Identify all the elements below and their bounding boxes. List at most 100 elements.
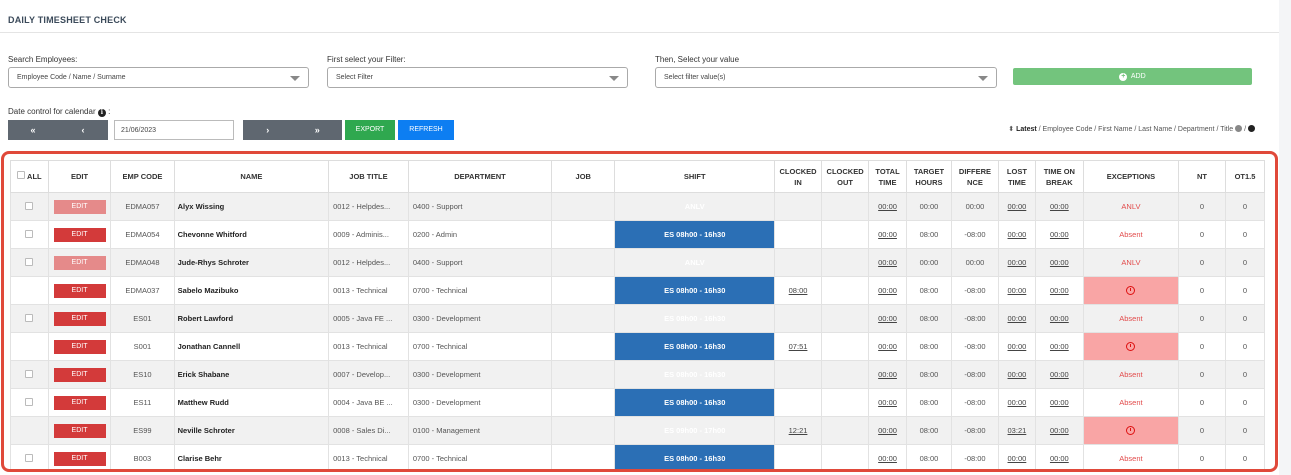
sort-asc-icon[interactable] bbox=[1235, 125, 1243, 132]
time-on-break-cell-link[interactable]: 00:00 bbox=[1050, 258, 1069, 267]
header-target-hours[interactable]: TARGET HOURS bbox=[905, 160, 952, 193]
shift-cell[interactable]: ES 08h00 - 16h30 bbox=[614, 220, 776, 249]
exceptions-cell[interactable]: ANLV bbox=[1082, 192, 1179, 221]
exceptions-cell[interactable]: Absent bbox=[1082, 444, 1179, 470]
time-on-break-cell-link[interactable]: 00:00 bbox=[1050, 286, 1069, 295]
row-checkbox[interactable] bbox=[25, 453, 34, 462]
edit-button[interactable]: EDIT bbox=[53, 255, 106, 270]
edit-button[interactable]: EDIT bbox=[53, 367, 106, 382]
shift-cell[interactable]: ES 08h00 - 16h30 bbox=[614, 332, 776, 361]
shift-cell[interactable]: ANLV bbox=[614, 192, 776, 221]
header-emp-code[interactable]: EMP CODE bbox=[110, 160, 175, 193]
exceptions-cell[interactable]: ANLV bbox=[1082, 248, 1179, 277]
header-name[interactable]: NAME bbox=[173, 160, 330, 193]
edit-button[interactable]: EDIT bbox=[53, 395, 106, 410]
edit-button[interactable]: EDIT bbox=[53, 227, 106, 242]
time-on-break-cell-link[interactable]: 00:00 bbox=[1050, 398, 1069, 407]
exceptions-cell[interactable]: Absent bbox=[1082, 388, 1179, 417]
edit-button[interactable]: EDIT bbox=[53, 199, 106, 214]
time-on-break-cell-link[interactable]: 00:00 bbox=[1050, 454, 1069, 463]
lost-time-cell-link[interactable]: 00:00 bbox=[1008, 202, 1027, 211]
table-row[interactable]: EDIT EDMA054 Chevonne Whitford 0009 - Admin… bbox=[10, 220, 1265, 249]
time-on-break-cell-link[interactable]: 00:00 bbox=[1050, 342, 1069, 351]
filter-value-select[interactable]: Select filter value(s) bbox=[655, 67, 997, 88]
header-time-on-break[interactable]: TIME ON BREAK bbox=[1034, 160, 1084, 193]
time-on-break-cell-link[interactable]: 00:00 bbox=[1050, 230, 1069, 239]
exceptions-cell[interactable] bbox=[1082, 332, 1179, 361]
table-row[interactable]: EDIT EDMA037 Sabelo Mazibuko 0013 - Technic… bbox=[10, 276, 1265, 305]
header-difference[interactable]: DIFFERE NCE bbox=[950, 160, 1000, 193]
clock-alert-icon[interactable] bbox=[1126, 286, 1136, 296]
date-input[interactable]: 21/06/2023 bbox=[114, 120, 234, 140]
exceptions-cell[interactable] bbox=[1082, 276, 1179, 305]
table-row[interactable]: EDIT EDMA057 Alyx Wissing 0012 - Helpdes...… bbox=[10, 192, 1265, 221]
total-time-cell-link[interactable]: 00:00 bbox=[878, 258, 897, 267]
edit-button[interactable]: EDIT bbox=[53, 283, 106, 298]
shift-cell[interactable]: ES 08h00 - 16h30 bbox=[614, 388, 776, 417]
header-clocked-out[interactable]: CLOCKED OUT bbox=[821, 160, 870, 193]
total-time-cell-link[interactable]: 00:00 bbox=[878, 286, 897, 295]
total-time-cell-link[interactable]: 00:00 bbox=[878, 342, 897, 351]
header-ot[interactable]: OT1.5 bbox=[1225, 160, 1265, 193]
edit-button[interactable]: EDIT bbox=[53, 339, 106, 354]
header-job-title[interactable]: JOB TITLE bbox=[328, 160, 409, 193]
clocked-in-cell-link[interactable]: 07:51 bbox=[789, 342, 808, 351]
row-checkbox[interactable] bbox=[25, 369, 34, 378]
total-time-cell-link[interactable]: 00:00 bbox=[878, 398, 897, 407]
total-time-cell-link[interactable]: 00:00 bbox=[878, 454, 897, 463]
export-button[interactable]: EXPORT bbox=[345, 120, 395, 140]
clock-alert-icon[interactable] bbox=[1126, 426, 1136, 436]
filter-select[interactable]: Select Filter bbox=[327, 67, 628, 88]
time-on-break-cell-link[interactable]: 00:00 bbox=[1050, 426, 1069, 435]
edit-button[interactable]: EDIT bbox=[53, 311, 106, 326]
last-date-button[interactable]: » bbox=[293, 120, 343, 140]
clock-alert-icon[interactable] bbox=[1126, 342, 1136, 352]
header-nt[interactable]: NT bbox=[1177, 160, 1227, 193]
table-row[interactable]: EDIT S001 Jonathan Cannell 0013 - Technical… bbox=[10, 332, 1265, 361]
total-time-cell-link[interactable]: 00:00 bbox=[878, 370, 897, 379]
total-time-cell-link[interactable]: 00:00 bbox=[878, 202, 897, 211]
header-job[interactable]: JOB bbox=[551, 160, 616, 193]
shift-cell[interactable]: ES 08h00 - 16h30 bbox=[614, 304, 776, 333]
time-on-break-cell-link[interactable]: 00:00 bbox=[1050, 202, 1069, 211]
total-time-cell-link[interactable]: 00:00 bbox=[878, 426, 897, 435]
exceptions-cell[interactable] bbox=[1082, 416, 1179, 445]
row-checkbox[interactable] bbox=[25, 397, 34, 406]
table-row[interactable]: EDIT ES01 Robert Lawford 0005 - Java FE ...… bbox=[10, 304, 1265, 333]
sort-latest[interactable]: Latest bbox=[1016, 126, 1037, 133]
lost-time-cell-link[interactable]: 03:21 bbox=[1008, 426, 1027, 435]
header-department[interactable]: DEPARTMENT bbox=[407, 160, 553, 193]
exceptions-cell[interactable]: Absent bbox=[1082, 220, 1179, 249]
header-lost-time[interactable]: LOST TIME bbox=[998, 160, 1036, 193]
header-total-time[interactable]: TOTAL TIME bbox=[868, 160, 907, 193]
shift-cell[interactable]: ES 09h00 - 17h00 bbox=[614, 416, 776, 445]
clocked-in-cell-link[interactable]: 12:21 bbox=[789, 426, 808, 435]
total-time-cell-link[interactable]: 00:00 bbox=[878, 230, 897, 239]
lost-time-cell-link[interactable]: 00:00 bbox=[1008, 230, 1027, 239]
header-shift[interactable]: SHIFT bbox=[614, 160, 776, 193]
lost-time-cell-link[interactable]: 00:00 bbox=[1008, 454, 1027, 463]
row-checkbox[interactable] bbox=[25, 313, 34, 322]
lost-time-cell-link[interactable]: 00:00 bbox=[1008, 370, 1027, 379]
shift-cell[interactable]: ES 08h00 - 16h30 bbox=[614, 444, 776, 470]
total-time-cell-link[interactable]: 00:00 bbox=[878, 314, 897, 323]
table-row[interactable]: EDIT B003 Clarise Behr 0013 - Technical 0700… bbox=[10, 444, 1265, 470]
select-all-checkbox[interactable] bbox=[17, 171, 26, 179]
sort-desc-icon[interactable] bbox=[1248, 125, 1255, 132]
exceptions-cell[interactable]: Absent bbox=[1082, 360, 1179, 389]
next-date-button[interactable]: › bbox=[243, 120, 293, 140]
table-row[interactable]: EDIT EDMA048 Jude-Rhys Schroter 0012 - Help… bbox=[10, 248, 1265, 277]
info-icon[interactable]: i bbox=[97, 109, 106, 117]
row-checkbox[interactable] bbox=[25, 201, 34, 210]
table-row[interactable]: EDIT ES10 Erick Shabane 0007 - Develop... 03… bbox=[10, 360, 1265, 389]
exceptions-cell[interactable]: Absent bbox=[1082, 304, 1179, 333]
edit-button[interactable]: EDIT bbox=[53, 451, 106, 466]
lost-time-cell-link[interactable]: 00:00 bbox=[1008, 258, 1027, 267]
time-on-break-cell-link[interactable]: 00:00 bbox=[1050, 314, 1069, 323]
edit-button[interactable]: EDIT bbox=[53, 423, 106, 438]
clocked-in-cell-link[interactable]: 08:00 bbox=[789, 286, 808, 295]
search-employees-select[interactable]: Employee Code / Name / Surname bbox=[8, 67, 309, 88]
first-date-button[interactable]: « bbox=[8, 120, 58, 140]
lost-time-cell-link[interactable]: 00:00 bbox=[1008, 314, 1027, 323]
add-button[interactable]: + ADD bbox=[1013, 68, 1252, 85]
